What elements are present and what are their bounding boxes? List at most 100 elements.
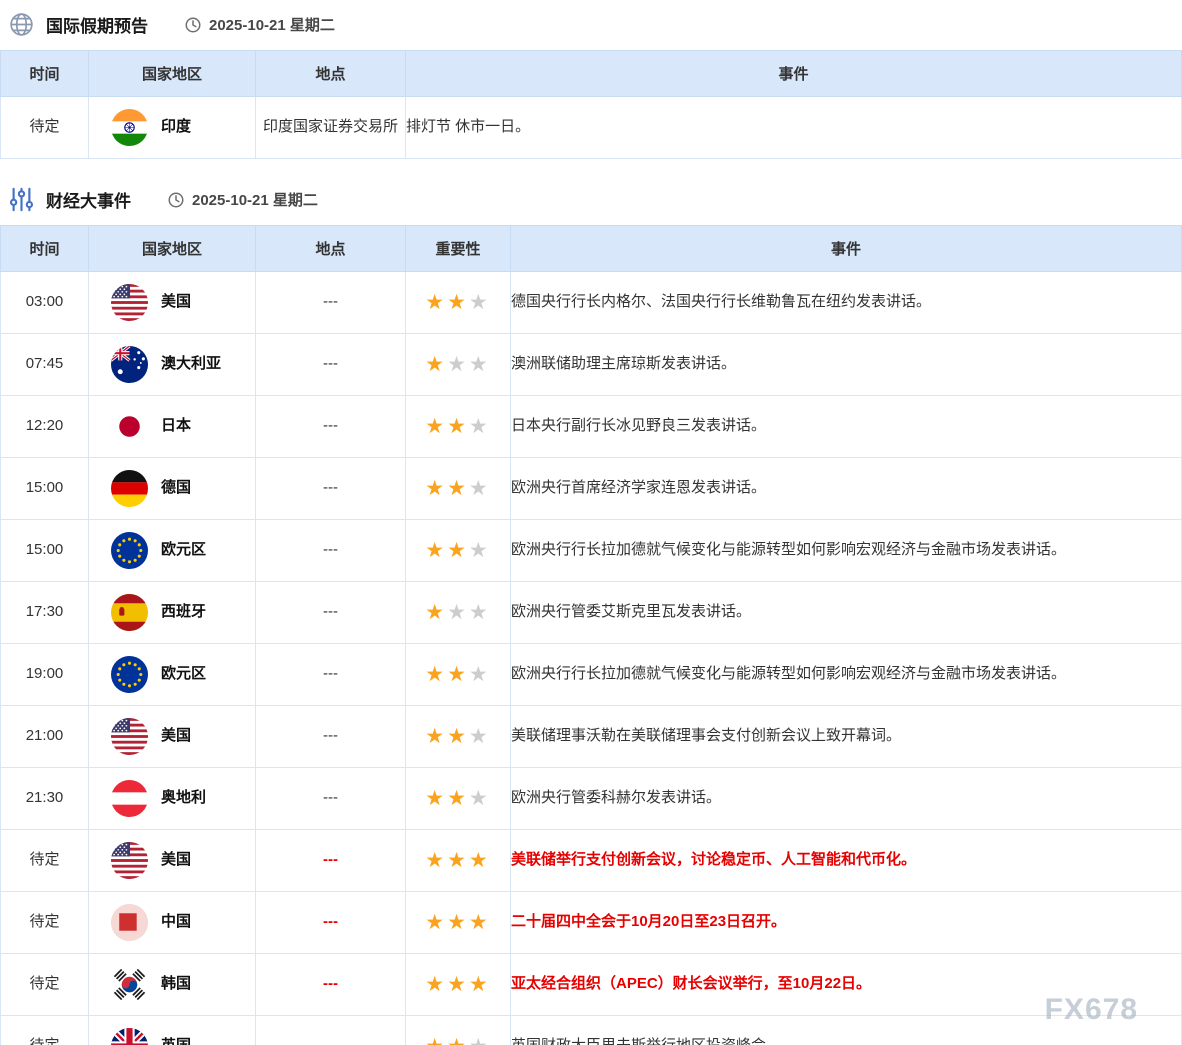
events-table-header-row: 时间 国家地区 地点 重要性 事件 [1, 226, 1182, 272]
column-header-time: 时间 [1, 226, 89, 272]
events-section-date: 2025-10-21 星期二 [167, 189, 318, 210]
location-cell: --- [256, 334, 406, 396]
event-cell: 排灯节 休市一日。 [406, 97, 1182, 159]
event-cell: 欧洲央行行长拉加德就气候变化与能源转型如何影响宏观经济与金融市场发表讲话。 [511, 644, 1182, 706]
star-empty-icon: ★ [469, 415, 491, 438]
country-name: 西班牙 [161, 601, 206, 624]
star-filled-icon: ★ [425, 539, 447, 562]
star-filled-icon: ★ [425, 1035, 447, 1045]
importance-stars: ★★★ [406, 396, 511, 458]
country-cell: 美国 [89, 272, 256, 334]
table-row[interactable]: 待定英国---★★★英国财政大臣里夫斯举行地区投资峰会。 [1, 1016, 1182, 1045]
table-row[interactable]: 15:00德国---★★★欧洲央行首席经济学家连恩发表讲话。 [1, 458, 1182, 520]
country-name: 美国 [161, 849, 191, 872]
table-row[interactable]: 21:30奥地利---★★★欧洲央行管委科赫尔发表讲话。 [1, 768, 1182, 830]
country-cell: 奥地利 [89, 768, 256, 830]
importance-stars: ★★★ [406, 892, 511, 954]
country-name: 奥地利 [161, 787, 206, 810]
country-name: 德国 [161, 477, 191, 500]
table-row[interactable]: 待定印度印度国家证券交易所排灯节 休市一日。 [1, 97, 1182, 159]
country-name: 欧元区 [161, 539, 206, 562]
time-cell: 21:00 [1, 706, 89, 768]
holiday-section-title: 国际假期预告 [46, 12, 148, 37]
star-empty-icon: ★ [447, 353, 469, 376]
importance-stars: ★★★ [406, 520, 511, 582]
star-filled-icon: ★ [447, 787, 469, 810]
location-cell: --- [256, 396, 406, 458]
importance-stars: ★★★ [406, 582, 511, 644]
importance-stars: ★★★ [406, 458, 511, 520]
star-filled-icon: ★ [425, 601, 447, 624]
location-cell: --- [256, 768, 406, 830]
star-filled-icon: ★ [447, 849, 469, 872]
country-cell: 中国 [89, 892, 256, 954]
star-filled-icon: ★ [447, 1035, 469, 1045]
table-row[interactable]: 待定韩国---★★★亚太经合组织（APEC）财长会议举行，至10月22日。 [1, 954, 1182, 1016]
star-empty-icon: ★ [469, 353, 491, 376]
column-header-importance: 重要性 [406, 226, 511, 272]
time-cell: 15:00 [1, 520, 89, 582]
time-cell: 07:45 [1, 334, 89, 396]
event-cell: 澳洲联储助理主席琼斯发表讲话。 [511, 334, 1182, 396]
table-row[interactable]: 待定中国---★★★二十届四中全会于10月20日至23日召开。 [1, 892, 1182, 954]
country-cell: 美国 [89, 706, 256, 768]
event-cell: 亚太经合组织（APEC）财长会议举行，至10月22日。 [511, 954, 1182, 1016]
event-cell: 英国财政大臣里夫斯举行地区投资峰会。 [511, 1016, 1182, 1045]
importance-stars: ★★★ [406, 830, 511, 892]
table-row[interactable]: 21:00美国---★★★美联储理事沃勒在美联储理事会支付创新会议上致开幕词。 [1, 706, 1182, 768]
country-name: 中国 [161, 911, 191, 934]
star-empty-icon: ★ [469, 1035, 491, 1045]
location-cell: --- [256, 954, 406, 1016]
country-cell: 日本 [89, 396, 256, 458]
table-row[interactable]: 07:45澳大利亚---★★★澳洲联储助理主席琼斯发表讲话。 [1, 334, 1182, 396]
country-name: 日本 [161, 415, 191, 438]
flag-de-icon [111, 470, 148, 507]
column-header-location: 地点 [256, 51, 406, 97]
location-cell: --- [256, 830, 406, 892]
country-name: 英国 [161, 1035, 191, 1045]
star-empty-icon: ★ [469, 787, 491, 810]
time-cell: 12:20 [1, 396, 89, 458]
country-cell: 澳大利亚 [89, 334, 256, 396]
events-table: 时间 国家地区 地点 重要性 事件 03:00美国---★★★德国央行行长内格尔… [0, 225, 1182, 1045]
globe-icon [8, 11, 35, 38]
event-cell: 欧洲央行首席经济学家连恩发表讲话。 [511, 458, 1182, 520]
importance-stars: ★★★ [406, 768, 511, 830]
location-cell: --- [256, 458, 406, 520]
star-filled-icon: ★ [469, 973, 491, 996]
flag-au-icon [111, 346, 148, 383]
star-empty-icon: ★ [469, 725, 491, 748]
flag-eu-icon [111, 532, 148, 569]
country-cell: 印度 [89, 97, 256, 159]
column-header-country: 国家地区 [89, 226, 256, 272]
table-row[interactable]: 19:00欧元区---★★★欧洲央行行长拉加德就气候变化与能源转型如何影响宏观经… [1, 644, 1182, 706]
table-row[interactable]: 03:00美国---★★★德国央行行长内格尔、法国央行行长维勒鲁瓦在纽约发表讲话… [1, 272, 1182, 334]
flag-gb-icon [111, 1028, 148, 1045]
star-filled-icon: ★ [447, 663, 469, 686]
star-filled-icon: ★ [425, 353, 447, 376]
flag-at-icon [111, 780, 148, 817]
table-row[interactable]: 17:30西班牙---★★★欧洲央行管委艾斯克里瓦发表讲话。 [1, 582, 1182, 644]
star-filled-icon: ★ [425, 477, 447, 500]
finance-events-icon [8, 186, 35, 213]
table-row[interactable]: 15:00欧元区---★★★欧洲央行行长拉加德就气候变化与能源转型如何影响宏观经… [1, 520, 1182, 582]
events-section-title: 财经大事件 [46, 187, 131, 212]
events-section-header: 财经大事件 2025-10-21 星期二 [0, 175, 1182, 225]
country-cell: 欧元区 [89, 520, 256, 582]
event-cell: 美联储举行支付创新会议，讨论稳定币、人工智能和代币化。 [511, 830, 1182, 892]
table-row[interactable]: 12:20日本---★★★日本央行副行长冰见野良三发表讲话。 [1, 396, 1182, 458]
star-filled-icon: ★ [425, 787, 447, 810]
location-cell: 印度国家证券交易所 [256, 97, 406, 159]
star-filled-icon: ★ [447, 911, 469, 934]
location-cell: --- [256, 892, 406, 954]
importance-stars: ★★★ [406, 272, 511, 334]
star-filled-icon: ★ [447, 725, 469, 748]
star-filled-icon: ★ [447, 477, 469, 500]
country-cell: 韩国 [89, 954, 256, 1016]
time-cell: 待定 [1, 892, 89, 954]
table-row[interactable]: 待定美国---★★★美联储举行支付创新会议，讨论稳定币、人工智能和代币化。 [1, 830, 1182, 892]
star-empty-icon: ★ [469, 601, 491, 624]
clock-icon [167, 191, 185, 209]
column-header-country: 国家地区 [89, 51, 256, 97]
location-cell: --- [256, 272, 406, 334]
